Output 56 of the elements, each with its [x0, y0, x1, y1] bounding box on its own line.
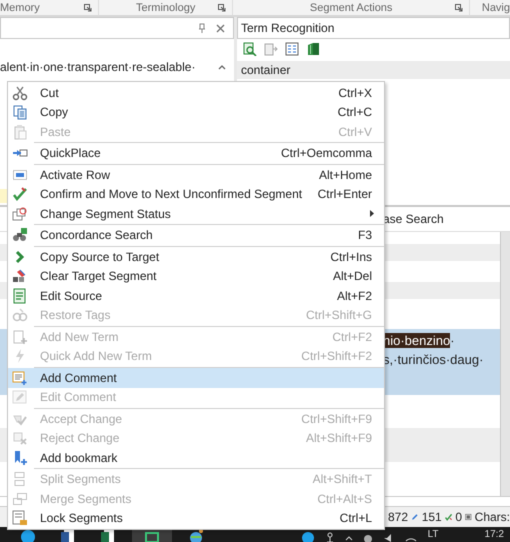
term-text: container: [241, 63, 290, 77]
menu-item[interactable]: Copy Source to Target Ctrl+Ins: [8, 247, 384, 266]
clipboard-icon: [12, 124, 28, 140]
merge-icon: [12, 490, 28, 507]
menu-item[interactable]: QuickPlace Ctrl+Oemcomma: [8, 144, 384, 163]
ribbon-group-label: Segment Actions: [310, 2, 392, 14]
menu-item[interactable]: Edit Source Alt+F2: [8, 286, 384, 306]
close-icon[interactable]: [216, 24, 225, 32]
pencil-icon: [12, 389, 28, 406]
menu-item[interactable]: Copy Ctrl+C: [8, 102, 384, 122]
eraser-icon: [12, 268, 28, 284]
launcher-icon[interactable]: [218, 4, 226, 12]
source-text: alent·in·one·transparent·re-sealable·: [0, 60, 196, 74]
scroll-up-icon[interactable]: [218, 64, 226, 70]
menu-item[interactable]: Cut Ctrl+X: [8, 83, 384, 102]
menu-item[interactable]: Activate Row Alt+Home: [8, 165, 384, 184]
segment-text: s,·turinčios·daug·: [383, 352, 484, 367]
document-icon: [12, 288, 28, 304]
launcher-icon[interactable]: [84, 4, 92, 12]
status-icon: [12, 206, 28, 222]
panel-title: Term Recognition: [241, 21, 334, 35]
menu-item[interactable]: Concordance Search F3: [8, 226, 384, 245]
menu-item[interactable]: Add bookmark: [8, 448, 384, 468]
list-icon[interactable]: [285, 42, 299, 56]
menu-item[interactable]: Confirm and Move to Next Unconfirmed Segment Ctrl+Enter: [8, 184, 384, 204]
bookmark-icon: [12, 450, 28, 466]
search-icon[interactable]: [243, 42, 257, 56]
scrollbar[interactable]: [500, 232, 510, 496]
ribbon-group-label: Navig: [482, 2, 510, 14]
pin-icon[interactable]: [198, 23, 206, 33]
menu-item[interactable]: Add Comment: [8, 368, 384, 388]
count-text: 872: [388, 510, 408, 524]
chars-label: Chars:: [474, 510, 510, 524]
term-row[interactable]: container: [237, 61, 510, 79]
scissors-icon: [12, 84, 28, 101]
count-text: 0: [455, 510, 462, 524]
cross-icon: [12, 430, 28, 446]
menu-item[interactable]: Clear Target Segment Alt+Del: [8, 266, 384, 286]
menu-item[interactable]: Lock Segments Ctrl+L: [8, 508, 384, 528]
segment-text: ·: [450, 333, 455, 348]
pencil-check-icon: [12, 186, 28, 202]
document-app-icon[interactable]: [60, 528, 76, 542]
menu-item[interactable]: Change Segment Status: [8, 204, 384, 224]
language-indicator[interactable]: LT: [428, 529, 439, 541]
ribbon-group-label: Terminology: [136, 2, 196, 14]
chat-app-icon[interactable]: [20, 528, 36, 542]
spreadsheet-app-icon[interactable]: [100, 528, 116, 542]
launcher-icon[interactable]: [454, 4, 463, 12]
page-plus-icon: [12, 328, 28, 345]
comment-icon: [12, 370, 28, 386]
clock[interactable]: 17:2: [484, 529, 504, 541]
copy-icon: [12, 104, 28, 120]
ribbon-group-label: Memory: [0, 2, 40, 14]
window-app-icon: [144, 530, 160, 542]
highlighted-text: nio·benzino: [383, 333, 450, 348]
count-text: 151: [422, 510, 442, 524]
